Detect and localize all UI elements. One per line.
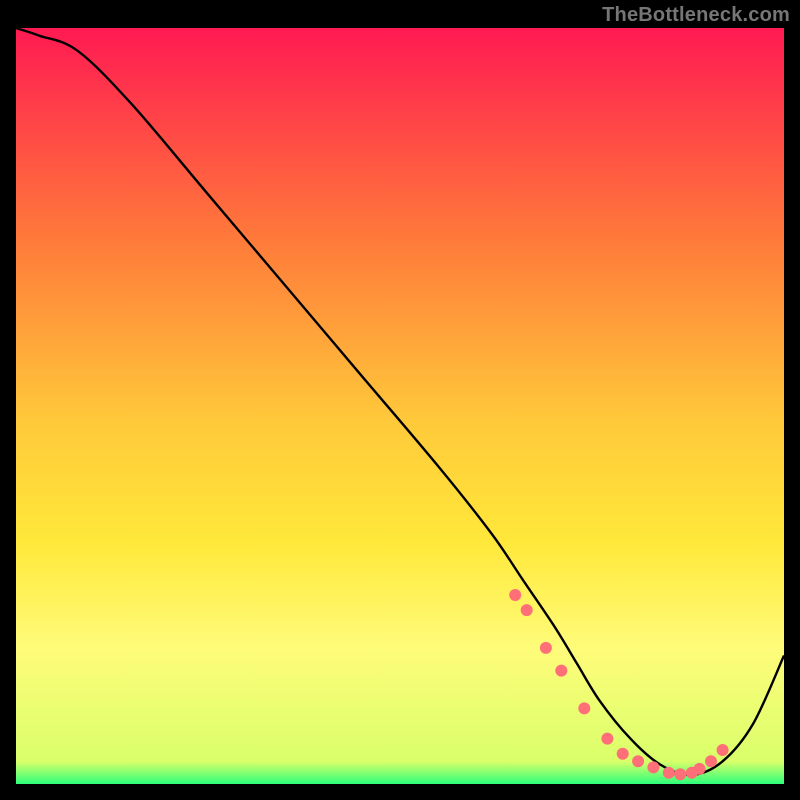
data-marker	[705, 755, 717, 767]
data-marker	[521, 604, 533, 616]
data-marker	[674, 768, 686, 780]
data-marker	[632, 755, 644, 767]
chart-svg	[16, 28, 784, 784]
data-marker	[617, 748, 629, 760]
plot-area	[16, 28, 784, 784]
data-marker	[601, 733, 613, 745]
data-marker	[555, 665, 567, 677]
data-marker	[694, 763, 706, 775]
chart-frame: TheBottleneck.com	[0, 0, 800, 800]
data-marker	[578, 702, 590, 714]
data-marker	[663, 767, 675, 779]
data-marker	[540, 642, 552, 654]
gradient-background	[16, 28, 784, 784]
attribution-text: TheBottleneck.com	[602, 4, 790, 27]
data-marker	[509, 589, 521, 601]
data-marker	[717, 744, 729, 756]
data-marker	[647, 761, 659, 773]
